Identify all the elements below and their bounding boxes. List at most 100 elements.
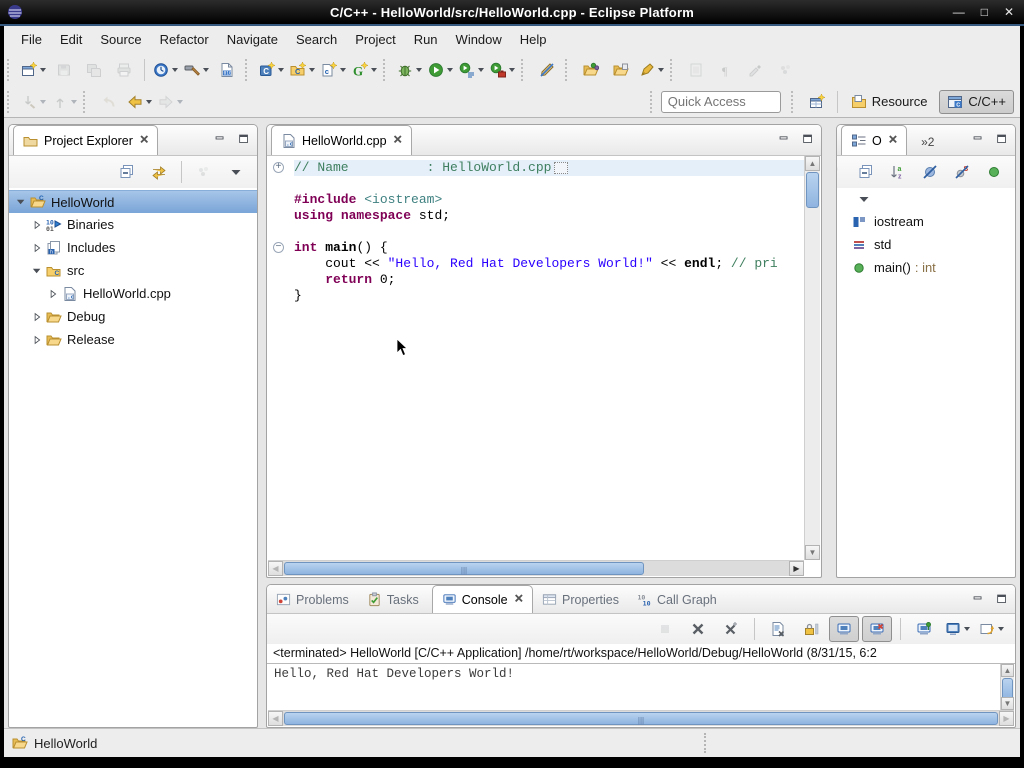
dropdown-arrow-icon[interactable] (658, 68, 664, 72)
tab-console[interactable]: Console❌︎ (432, 585, 533, 613)
dropdown-arrow-icon[interactable] (371, 68, 377, 72)
scrollbar-thumb[interactable] (806, 172, 819, 208)
menu-help[interactable]: Help (511, 28, 556, 51)
tree-item-helloworld-cpp[interactable]: .cHelloWorld.cpp (9, 282, 257, 305)
tab-outline[interactable]: O ❌︎ (841, 125, 907, 155)
run-play-button[interactable] (425, 57, 456, 83)
menu-window[interactable]: Window (447, 28, 511, 51)
perspective-resource[interactable]: Resource (843, 90, 936, 114)
menu-project[interactable]: Project (346, 28, 404, 51)
open-perspective-button[interactable] (802, 89, 832, 115)
new-c-file-button[interactable]: c (318, 57, 349, 83)
collapse-arrow-icon[interactable] (29, 265, 45, 277)
toolbar-gripper[interactable] (245, 59, 252, 81)
link-editor-button[interactable] (144, 159, 174, 185)
expand-arrow-icon[interactable] (29, 311, 45, 323)
close-icon[interactable]: ❌︎ (394, 134, 402, 147)
collapse-arrow-icon[interactable] (13, 196, 29, 208)
pencil-slash-button[interactable] (532, 57, 562, 83)
dropdown-arrow-icon[interactable] (998, 627, 1004, 631)
minimize-view-button[interactable] (971, 132, 985, 146)
fold-collapse-icon[interactable]: − (273, 242, 284, 253)
menu-source[interactable]: Source (91, 28, 150, 51)
scroll-right-icon[interactable]: ▶︎ (789, 561, 804, 576)
dropdown-arrow-icon[interactable] (71, 100, 77, 104)
dropdown-arrow-icon[interactable] (447, 68, 453, 72)
scroll-up-icon[interactable]: ▲︎ (805, 156, 820, 171)
dropdown-arrow-icon[interactable] (278, 68, 284, 72)
expand-arrow-icon[interactable] (29, 242, 45, 254)
open-resource-folder-button[interactable] (606, 57, 636, 83)
toolbar-gripper[interactable] (565, 59, 572, 81)
tree-item-helloworld[interactable]: CHelloWorld (9, 190, 257, 213)
console-vertical-scrollbar[interactable]: ▲︎ ▼︎ (1000, 664, 1014, 710)
hammer-button[interactable] (181, 57, 212, 83)
console-output[interactable]: Hello, Red Hat Developers World! (268, 664, 1001, 710)
clear-console-button[interactable] (763, 616, 793, 642)
minimize-view-button[interactable] (971, 592, 985, 606)
toolbar-gripper[interactable] (7, 91, 14, 113)
open-type-folder-button[interactable] (576, 57, 606, 83)
binary-file-button[interactable]: 010 (212, 57, 242, 83)
show-stderr-button[interactable] (862, 616, 892, 642)
quick-access-input[interactable] (661, 91, 781, 113)
scroll-right-icon[interactable]: ▶︎ (999, 711, 1014, 726)
toolbar-gripper[interactable] (521, 59, 528, 81)
dropdown-arrow-icon[interactable] (146, 100, 152, 104)
code-editor[interactable]: +// Name : HelloWorld.cpp#include <iostr… (268, 156, 804, 560)
run-toolbox-button[interactable] (487, 57, 518, 83)
scroll-left-icon[interactable]: ◀︎ (268, 711, 283, 726)
tab-properties[interactable]: Properties (533, 586, 628, 613)
tree-item-debug[interactable]: Debug (9, 305, 257, 328)
expand-arrow-icon[interactable] (29, 219, 45, 231)
minimize-view-button[interactable] (213, 132, 227, 146)
scroll-left-icon[interactable]: ◀︎ (268, 561, 283, 576)
tab-helloworld-cpp[interactable]: .c HelloWorld.cpp ❌︎ (271, 125, 412, 155)
toolbar-gripper[interactable] (791, 91, 798, 113)
toolbar-gripper[interactable] (7, 59, 14, 81)
remove-all-launches-button[interactable] (716, 616, 746, 642)
editor-vertical-scrollbar[interactable]: ▲︎ ▼︎ (804, 156, 820, 560)
dropdown-arrow-icon[interactable] (340, 68, 346, 72)
maximize-view-button[interactable] (995, 132, 1009, 146)
tab-project-explorer[interactable]: Project Explorer ❌︎ (13, 125, 158, 155)
console-horizontal-scrollbar[interactable]: ◀︎ ||| ▶︎ (268, 710, 1014, 726)
view-menu-button[interactable] (221, 159, 251, 185)
tab-call-graph[interactable]: 1010Call Graph (628, 586, 726, 613)
close-icon[interactable]: ❌︎ (140, 134, 148, 147)
bug-button[interactable] (394, 57, 425, 83)
dropdown-arrow-icon[interactable] (40, 68, 46, 72)
dropdown-arrow-icon[interactable] (509, 68, 515, 72)
run-list-button[interactable] (456, 57, 487, 83)
minimize-view-button[interactable] (777, 132, 791, 146)
collapse-all-button[interactable] (851, 159, 881, 185)
toolbar-gripper[interactable] (650, 91, 657, 113)
maximize-button[interactable]: □ (981, 6, 988, 18)
dropdown-arrow-icon[interactable] (177, 100, 183, 104)
maximize-view-button[interactable] (995, 592, 1009, 606)
new-c-folder-button[interactable]: C (287, 57, 318, 83)
dropdown-arrow-icon[interactable] (478, 68, 484, 72)
tree-item-includes[interactable]: hIncludes (9, 236, 257, 259)
tab-tasks[interactable]: Tasks (358, 586, 428, 613)
annotation-pen-button[interactable] (636, 57, 667, 83)
scrollbar-thumb[interactable]: ||| (284, 712, 998, 725)
clock-button[interactable] (150, 57, 181, 83)
dropdown-arrow-icon[interactable] (203, 68, 209, 72)
back-arrow-button[interactable] (124, 89, 155, 115)
scroll-down-icon[interactable]: ▼︎ (805, 545, 820, 560)
dropdown-arrow-icon[interactable] (40, 100, 46, 104)
maximize-view-button[interactable] (801, 132, 815, 146)
scrollbar-thumb[interactable]: ||| (284, 562, 644, 575)
toolbar-gripper[interactable] (670, 59, 677, 81)
expand-arrow-icon[interactable] (29, 334, 45, 346)
tree-item-release[interactable]: Release (9, 328, 257, 351)
tree-item-src[interactable]: Csrc (9, 259, 257, 282)
dropdown-arrow-icon[interactable] (964, 627, 970, 631)
toolbar-gripper[interactable] (83, 91, 90, 113)
pin-console-button[interactable] (909, 616, 939, 642)
dropdown-arrow-icon[interactable] (309, 68, 315, 72)
hide-static-button[interactable]: S (947, 159, 977, 185)
fold-expand-icon[interactable]: + (273, 162, 284, 173)
outline-item-main[interactable]: main() : int (837, 256, 1015, 279)
